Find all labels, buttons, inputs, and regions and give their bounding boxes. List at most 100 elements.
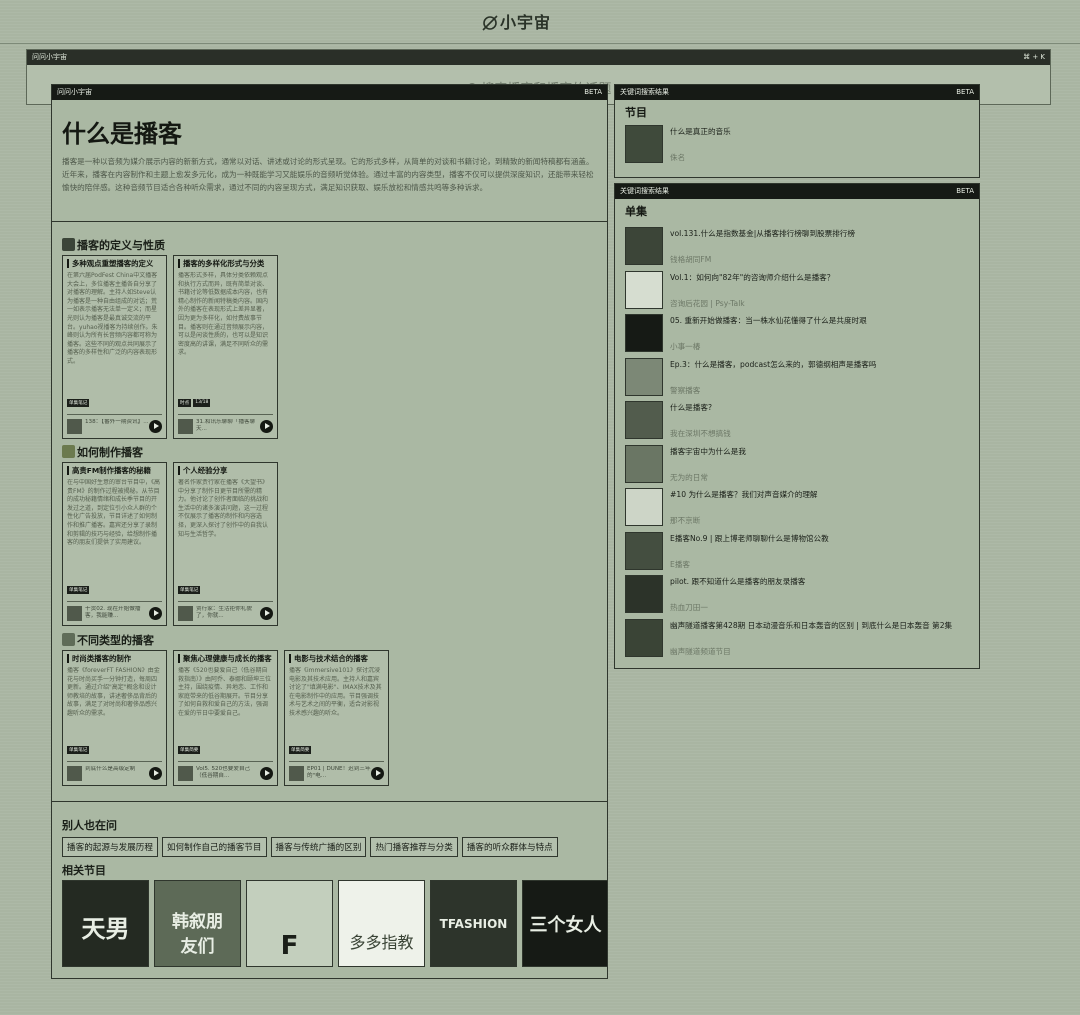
topic-card[interactable]: 高贵FM制作播客的秘籍 在与中国好生意的审台节目中，《高贵FM》的制作过程被揭秘… (62, 462, 167, 626)
episode-title: vol.131.什么是指数基金|从播客排行榜聊到股票排行榜 (670, 229, 856, 238)
program-item[interactable]: 什么是真正的音乐 侏名 (625, 125, 975, 167)
play-icon[interactable] (149, 766, 162, 780)
play-icon[interactable] (260, 606, 273, 620)
podcast-name: 无为的日常 (670, 473, 708, 482)
card-episode[interactable]: 138：【番外一期资讯】... (67, 414, 162, 435)
card-tags: 时点 13/18 (178, 399, 211, 407)
episode-item[interactable]: 05. 重新开始做播客：当一株水仙花懂得了什么是共度时艰 小事一椿 (625, 314, 975, 356)
episode-thumbnail (625, 532, 663, 570)
episode-title: pilot. 跟不知道什么是播客的朋友录播客 (670, 577, 806, 586)
books-icon (62, 445, 75, 458)
question-chip[interactable]: 播客的听众群体与特点 (461, 837, 558, 857)
panel-title: 关键词搜索结果 (620, 187, 669, 195)
episode-title: 138：【番外一期资讯】... (85, 419, 149, 425)
episode-title: Vol.1：如何向"82年"的咨询师介绍什么是播客？ (670, 273, 835, 282)
episodes-section-title: 单集 (625, 205, 647, 218)
episode-thumbnail (67, 605, 82, 621)
podcast-name: 警察播客 (670, 386, 701, 395)
card-episode[interactable]: EP01 | DUNE！迟到三年的"电... (289, 761, 384, 782)
episode-title: 播客宇宙中为什么是我 (670, 447, 746, 456)
episode-item[interactable]: Vol.1：如何向"82年"的咨询师介绍什么是播客？ 咨询后花园 | Psy-Ta… (625, 271, 975, 313)
logo-text: 小宇宙 (500, 13, 552, 32)
program-cover[interactable]: TFASHION (430, 880, 517, 967)
episode-item[interactable]: #10 为什么是播客？我们对声音媒介的理解 那不京断 (625, 488, 975, 530)
planet-icon (482, 15, 498, 31)
episode-item[interactable]: Ep.3：什么是播客，podcast怎么来的，郭德纲相声是播客吗 警察播客 (625, 358, 975, 400)
card-episode[interactable]: 31.和讯乐聊聊「播客聊天... (178, 414, 273, 435)
episode-item[interactable]: 什么是播客? 我在深圳不想搞钱 (625, 401, 975, 443)
program-cover[interactable]: 三个女人 (522, 880, 607, 967)
episode-item[interactable]: pilot. 跟不知道什么是播客的朋友录播客 热血刀田一 (625, 575, 975, 617)
podcast-name: 咨询后花园 | Psy-Talk (670, 299, 745, 308)
question-chip[interactable]: 热门播客推荐与分类 (370, 837, 458, 857)
question-chip[interactable]: 如何制作自己的播客节目 (161, 837, 267, 857)
bottle-icon (62, 633, 75, 646)
episode-thumbnail (178, 418, 193, 434)
question-chip[interactable]: 播客的起源与发展历程 (62, 837, 158, 857)
program-thumbnail (625, 125, 663, 163)
podcast-name: 钱格胡同FM (670, 255, 712, 264)
cover-text: 天男 (81, 915, 130, 943)
topic-card[interactable]: 聚焦心理健康与成长的播客 播客《520也要爱自己（低谷期自救指南）》由阿乔、泰娜… (173, 650, 278, 786)
episode-thumbnail (67, 765, 82, 781)
section-title-text: 如何制作播客 (77, 446, 143, 459)
card-episode[interactable]: 贾行家：生活拒你礼貌了，你就... (178, 601, 273, 622)
programs-panel-titlebar: 关键词搜索结果 BETA (615, 85, 979, 100)
app-logo[interactable]: 小宇宙 (482, 9, 551, 33)
episode-item[interactable]: 幽声隧道播客第428期 日本动漫音乐和日本轰音的区别 | 到底什么是日本轰音 第… (625, 619, 975, 661)
card-episode[interactable]: 干货02. 现在开始做播客，我能赚... (67, 601, 162, 622)
answer-heading: 什么是播客 (62, 120, 182, 148)
programs-section-title: 节目 (625, 106, 647, 119)
card-episode[interactable]: Vol5. 520也要爱自己（低谷期自... (178, 761, 273, 782)
episode-item[interactable]: 播客宇宙中为什么是我 无为的日常 (625, 445, 975, 487)
podcast-name: 幽声隧道频道节目 (670, 647, 731, 656)
beta-badge: BETA (584, 88, 602, 96)
cover-text: TFASHION (439, 917, 508, 931)
episode-thumbnail (625, 271, 663, 309)
cover-text: F (280, 931, 299, 961)
card-title: 播客的多样化形式与分类 (178, 259, 273, 268)
microphone-icon (62, 238, 75, 251)
topic-card[interactable]: 多种观点重塑播客的定义 在第六届PodFest China中文播客大会上，多位播… (62, 255, 167, 439)
related-programs: 天男 韩叙朋友们 F 多多指教 TFASHION 三个女人 (62, 880, 607, 968)
topic-card[interactable]: 电影与技术结合的播客 播客《immersive101》探讨沉浸电影及其技术应用。… (284, 650, 389, 786)
program-cover[interactable]: 天男 (62, 880, 149, 967)
episode-item[interactable]: E播客No.9 | 跟上博老师聊聊什么是博物馆公教 E播客 (625, 532, 975, 574)
episode-thumbnail (625, 575, 663, 613)
topic-card[interactable]: 个人经验分享 著名作家贾行家在播客《大望书》中分享了制作日更节目所需的精力。他讨… (173, 462, 278, 626)
card-description: 播客《foreverFT FASHION》由金花与时尚买手一分钟打造，每周四更新… (67, 667, 160, 717)
card-title: 时尚类播客的制作 (67, 654, 162, 663)
answer-intro: 播客是一种以音频为媒介展示内容的新新方式，通常以对话、讲述或讨论的形式呈现。它的… (62, 157, 594, 192)
play-icon[interactable] (149, 606, 162, 620)
card-title: 电影与技术结合的播客 (289, 654, 384, 663)
episode-title: 贾行家：生活拒你礼貌了，你就... (196, 606, 252, 619)
play-icon[interactable] (260, 419, 273, 433)
card-title: 多种观点重塑播客的定义 (67, 259, 162, 268)
answer-hero: 什么是播客 播客是一种以音频为媒介展示内容的新新方式，通常以对话、讲述或讨论的形… (52, 100, 607, 222)
section-title: 播客的定义与性质 (62, 237, 165, 253)
question-chip[interactable]: 播客与传统广播的区别 (270, 837, 367, 857)
card-title: 高贵FM制作播客的秘籍 (67, 466, 162, 475)
topic-card[interactable]: 时尚类播客的制作 播客《foreverFT FASHION》由金花与时尚买手一分… (62, 650, 167, 786)
topic-card[interactable]: 播客的多样化形式与分类 播客形式多样，具体分类依赖观点和执行方式而异，既有简单对… (173, 255, 278, 439)
card-tags: 单集笔记 (67, 399, 90, 407)
tag: 单集简要 (289, 746, 312, 754)
tag: 单集笔记 (67, 399, 90, 407)
ask-panel-title: 问问小宇宙 (57, 88, 92, 96)
play-icon[interactable] (371, 766, 384, 780)
play-icon[interactable] (260, 766, 273, 780)
play-icon[interactable] (149, 419, 162, 433)
tag: 单集简要 (178, 746, 201, 754)
program-cover[interactable]: F (246, 880, 333, 967)
program-cover[interactable]: 韩叙朋友们 (154, 880, 241, 967)
top-bar: 小宇宙 (0, 0, 1080, 44)
episode-title: Vol5. 520也要爱自己（低谷期自... (196, 766, 251, 779)
tag: 时点 (178, 399, 192, 407)
episode-thumbnail (625, 445, 663, 483)
tag: 13/18 (193, 399, 211, 407)
program-cover[interactable]: 多多指教 (338, 880, 425, 967)
tag: 单集笔记 (178, 586, 201, 594)
card-episode[interactable]: 到底什么是高级定制 (67, 761, 162, 782)
card-tags: 单集笔记 (178, 586, 201, 594)
episode-item[interactable]: vol.131.什么是指数基金|从播客排行榜聊到股票排行榜 钱格胡同FM (625, 227, 975, 269)
